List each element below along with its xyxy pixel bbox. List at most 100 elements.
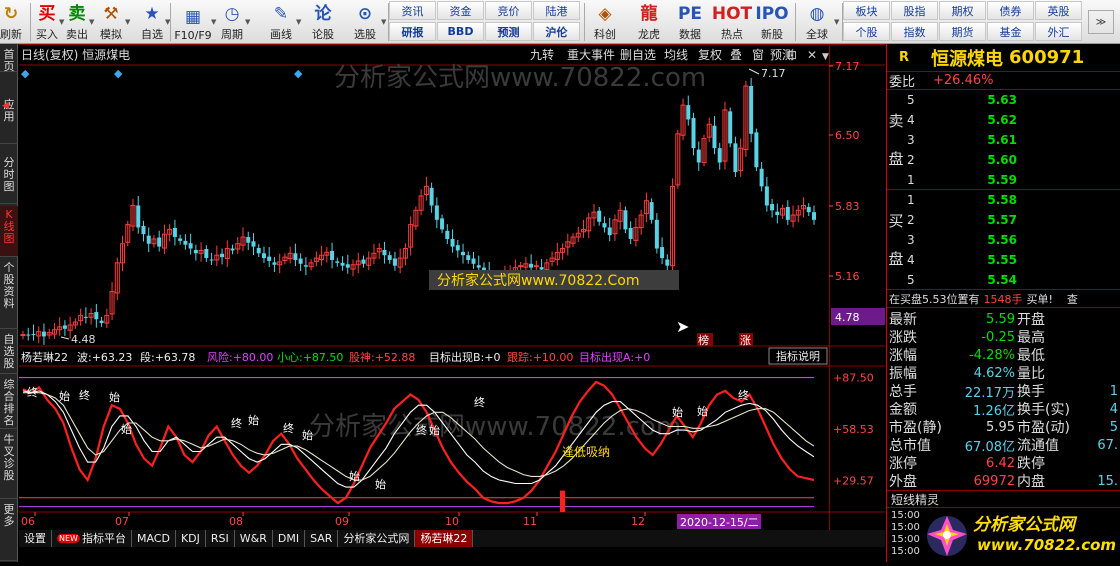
toolbar-watchlist-button[interactable]: ★ 自选 (139, 0, 165, 44)
order-level: 2 (907, 213, 915, 227)
stat-value-2: 5 (1109, 419, 1118, 435)
market-6-button[interactable]: 指数 (891, 22, 938, 41)
chart-header-button-5[interactable]: 叠 (730, 48, 742, 62)
webi-row: 委比 +26.46% (887, 72, 1120, 90)
market-0-button[interactable]: 板块 (843, 1, 890, 20)
market-2-button[interactable]: 期权 (939, 1, 986, 20)
watermark-center: 分析家公式网www.70822.Com (437, 272, 639, 289)
chart-header-button-6[interactable]: 窗 (752, 48, 764, 62)
bottom-tab-9[interactable]: 分析家公式网 (338, 530, 416, 547)
toolbar-global-button[interactable]: ◍ 全球 (800, 0, 834, 44)
bottom-tab-4[interactable]: KDJ (176, 530, 206, 547)
candle-body (749, 86, 754, 134)
market-3-button[interactable]: 债券 (987, 1, 1034, 20)
chevron-down-icon[interactable]: ▼ (211, 0, 219, 44)
market-1-button[interactable]: 股指 (891, 1, 938, 20)
refresh-label: 刷新 (0, 28, 22, 41)
market-9-button[interactable]: 外汇 (1035, 22, 1082, 41)
bottom-tab-7[interactable]: DMI (273, 530, 306, 547)
quote-header: R 恒源煤电 600971 (887, 44, 1120, 72)
candle-body (178, 238, 183, 241)
toolbar-star-market-button[interactable]: ◈ 科创 (591, 0, 619, 44)
watermark: 分析家公式网www.70822.com (334, 63, 706, 93)
sidebar-item-3[interactable]: K线图 (0, 206, 18, 257)
chevron-down-icon[interactable]: ▼ (834, 0, 842, 44)
bottom-tab-8[interactable]: SAR (305, 530, 339, 547)
toolbar-hot-button[interactable]: HOT 热点 (712, 0, 752, 44)
bottom-tab-10[interactable]: 杨若琳22 (415, 530, 474, 547)
legend-value: +63.78 (155, 351, 196, 364)
toolbar-simulate-button[interactable]: ⚒ 模拟 (97, 0, 125, 44)
toolbar-discuss-button[interactable]: 论论股 (309, 0, 337, 44)
sell-order-row: 5 5.63 (907, 90, 1117, 110)
sidebar-item-8[interactable]: 更多 (0, 501, 18, 561)
market-8-button[interactable]: 基金 (987, 22, 1034, 41)
toolbar-sell-button[interactable]: 卖卖出 (65, 0, 89, 44)
chart-header-button-2[interactable]: 删自选 (620, 48, 656, 62)
toolbar-stock-pick-button[interactable]: ⊙ 选股 (349, 0, 381, 44)
dragon-tiger-icon: 龍 (640, 4, 658, 24)
dropdown-icon[interactable]: ▼ (822, 52, 829, 62)
chart-area[interactable]: 日线(复权) 恒源煤电 九转 重大事件 删自选 均线 复权叠窗预测 ⊡ ✕ ▼ ◆ ◆ … (19, 44, 885, 530)
menu-7-button[interactable]: 沪伦 (533, 22, 580, 41)
market-4-button[interactable]: 英股 (1035, 1, 1082, 20)
legend-item-6: 目标出现B:+0 (429, 350, 500, 364)
candle-body (330, 250, 335, 260)
chart-header-button-3[interactable]: 均线 (664, 48, 688, 62)
chevron-down-icon[interactable]: ▼ (125, 0, 133, 44)
bottom-tab-5[interactable]: RSI (206, 530, 235, 547)
bottom-tab-0[interactable]: 设置 (19, 530, 52, 547)
chart-header-button-4[interactable]: 复权 (698, 48, 722, 62)
toolbar-refresh-button[interactable]: ↻ 刷新 (0, 0, 22, 44)
bottom-tab-label: 设置 (24, 532, 46, 545)
toolbar-draw-line-button[interactable]: ✎ 画线 (266, 0, 296, 44)
toolbar-more-icon[interactable]: ≫ (1088, 10, 1114, 34)
sidebar-item-2[interactable]: 分时图 (0, 154, 18, 204)
bottom-tab-2[interactable]: NEW 指标平台 (52, 530, 132, 547)
stat-value: 4.62% (973, 365, 1015, 381)
sidebar-item-5[interactable]: 自选股 (0, 331, 18, 374)
lock-icon[interactable]: ⊡ (787, 48, 797, 62)
market-5-button[interactable]: 个股 (843, 22, 890, 41)
market-7-button[interactable]: 期货 (939, 22, 986, 41)
toolbar-data-button[interactable]: PE 数据 (676, 0, 704, 44)
chevron-down-icon[interactable]: ▼ (89, 0, 97, 44)
chart-header-button-0[interactable]: 九转 (530, 47, 554, 62)
bottom-tab-6[interactable]: W&R (235, 530, 273, 547)
bottom-tab-label: W&R (239, 532, 267, 545)
menu-6-button[interactable]: 预测 (485, 22, 532, 41)
chevron-down-icon[interactable]: ▼ (165, 0, 173, 44)
toolbar-f10-button[interactable]: ▦ F10/F9 (174, 0, 211, 44)
toolbar-new-stock-button[interactable]: IPO 新股 (755, 0, 788, 44)
menu-5-button[interactable]: BBD (437, 22, 484, 41)
toolbar-dragon-tiger-button[interactable]: 龍龙虎 (635, 0, 663, 44)
chevron-down-icon[interactable]: ▼ (296, 0, 304, 44)
legend-name: 目标出现B (429, 350, 481, 364)
chart-title: 日线(复权) 恒源煤电 (21, 48, 130, 62)
toolbar-period-button[interactable]: ◷ 周期 (219, 0, 245, 44)
menu-2-button[interactable]: 竞价 (485, 1, 532, 20)
close-chart-icon[interactable]: ✕ (807, 48, 817, 62)
sidebar-item-6[interactable]: 综合排名 (0, 376, 18, 429)
sidebar-item-4[interactable]: 个股资料 (0, 259, 18, 329)
alert-check[interactable]: 查 (1067, 291, 1078, 307)
menu-4-button[interactable]: 研报 (389, 22, 436, 41)
chart-header-button-1[interactable]: 重大事件 (567, 48, 615, 62)
sidebar-item-0[interactable]: 首页 (0, 46, 18, 73)
toolbar-buy-button[interactable]: 买买入 (35, 0, 59, 44)
candle-body (518, 265, 524, 268)
sidebar-item-7[interactable]: 牛叉诊股 (0, 431, 18, 499)
legend-name: 杨若琳22 (21, 350, 68, 364)
wizard-time: 15:00 (891, 546, 920, 557)
candle-body (717, 148, 722, 163)
bottom-tab-3[interactable]: MACD (132, 530, 176, 547)
chevron-down-icon[interactable]: ▼ (245, 0, 253, 44)
menu-1-button[interactable]: 资金 (437, 1, 484, 20)
menu-3-button[interactable]: 陆港 (533, 1, 580, 20)
menu-0-button[interactable]: 资讯 (389, 1, 436, 20)
candle-body (602, 223, 607, 228)
stat-value-2: 1 (1109, 383, 1118, 399)
indicator-help-label: 指标说明 (776, 349, 820, 363)
kline-chart[interactable]: 日线(复权) 恒源煤电 九转 重大事件 删自选 均线 复权叠窗预测 ⊡ ✕ ▼ ◆ ◆ … (19, 44, 885, 530)
wizard-time: 15:00 (891, 534, 920, 545)
